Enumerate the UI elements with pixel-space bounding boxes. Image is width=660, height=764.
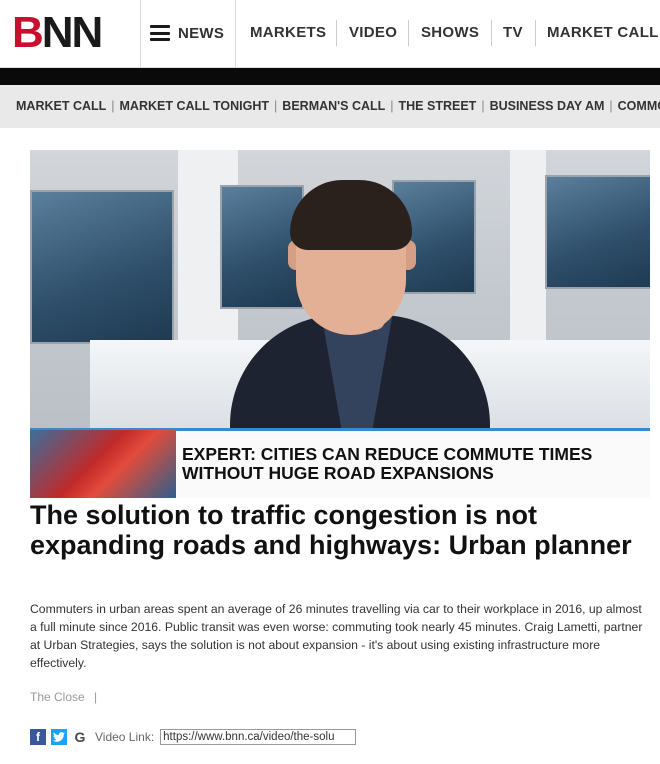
lower-third-banner: EXPERT: CITIES CAN REDUCE COMMUTE TIMES … [176, 431, 650, 498]
nav-divider [491, 20, 492, 46]
subnav-item-market-call[interactable]: MARKET CALL [16, 99, 106, 113]
nav-item-video[interactable]: VIDEO [349, 24, 397, 41]
google-icon[interactable]: G [72, 729, 88, 745]
video-link-input[interactable] [160, 729, 357, 745]
news-menu-label: NEWS [178, 24, 225, 42]
twitter-icon[interactable] [51, 729, 67, 745]
black-header-bar [0, 68, 660, 85]
logo-letter-b: B [12, 8, 44, 57]
facebook-icon[interactable]: f [30, 729, 46, 745]
studio-screen [545, 175, 650, 289]
subnav-item-bermans-call[interactable]: BERMAN'S CALL [282, 99, 385, 113]
top-navigation: BNN NEWS MARKETS VIDEO SHOWS TV MARKET C… [0, 0, 660, 68]
nav-separator [235, 0, 236, 67]
article-headline: The solution to traffic congestion is no… [30, 500, 632, 560]
sub-navigation: MARKET CALL | MARKET CALL TONIGHT | BERMAN'S… [0, 85, 660, 128]
studio-screen [30, 190, 174, 344]
article-summary: Commuters in urban areas spent an averag… [30, 602, 643, 670]
logo-letters-nn: NN [41, 8, 104, 57]
lower-third-caption: EXPERT: CITIES CAN REDUCE COMMUTE TIMES … [182, 444, 593, 483]
subnav-item-the-street[interactable]: THE STREET [399, 99, 477, 113]
lower-third-thumbnail [30, 430, 176, 498]
video-player[interactable]: EXPERT: CITIES CAN REDUCE COMMUTE TIMES … [30, 150, 650, 498]
share-bar: f G Video Link: [30, 728, 357, 746]
article-meta: The Close | [30, 690, 97, 704]
news-menu-button[interactable]: NEWS [150, 22, 224, 44]
twitter-bird-icon [53, 732, 65, 742]
show-link[interactable]: The Close [30, 690, 85, 704]
nav-item-market-call[interactable]: MARKET CALL [547, 24, 659, 41]
nav-item-tv[interactable]: TV [503, 24, 523, 41]
nav-item-markets[interactable]: MARKETS [250, 24, 326, 41]
video-link-label: Video Link: [95, 730, 155, 744]
meta-separator: | [94, 690, 98, 704]
nav-separator [140, 0, 141, 67]
nav-divider [535, 20, 536, 46]
nav-divider [408, 20, 409, 46]
nav-divider [336, 20, 337, 46]
subnav-item-commodities[interactable]: COMMODITIES [618, 99, 660, 113]
hamburger-icon [150, 25, 170, 41]
bnn-logo[interactable]: BNN [12, 11, 136, 55]
nav-item-shows[interactable]: SHOWS [421, 24, 479, 41]
subnav-item-business-day-am[interactable]: BUSINESS DAY AM [490, 99, 605, 113]
subnav-item-market-call-tonight[interactable]: MARKET CALL TONIGHT [120, 99, 270, 113]
